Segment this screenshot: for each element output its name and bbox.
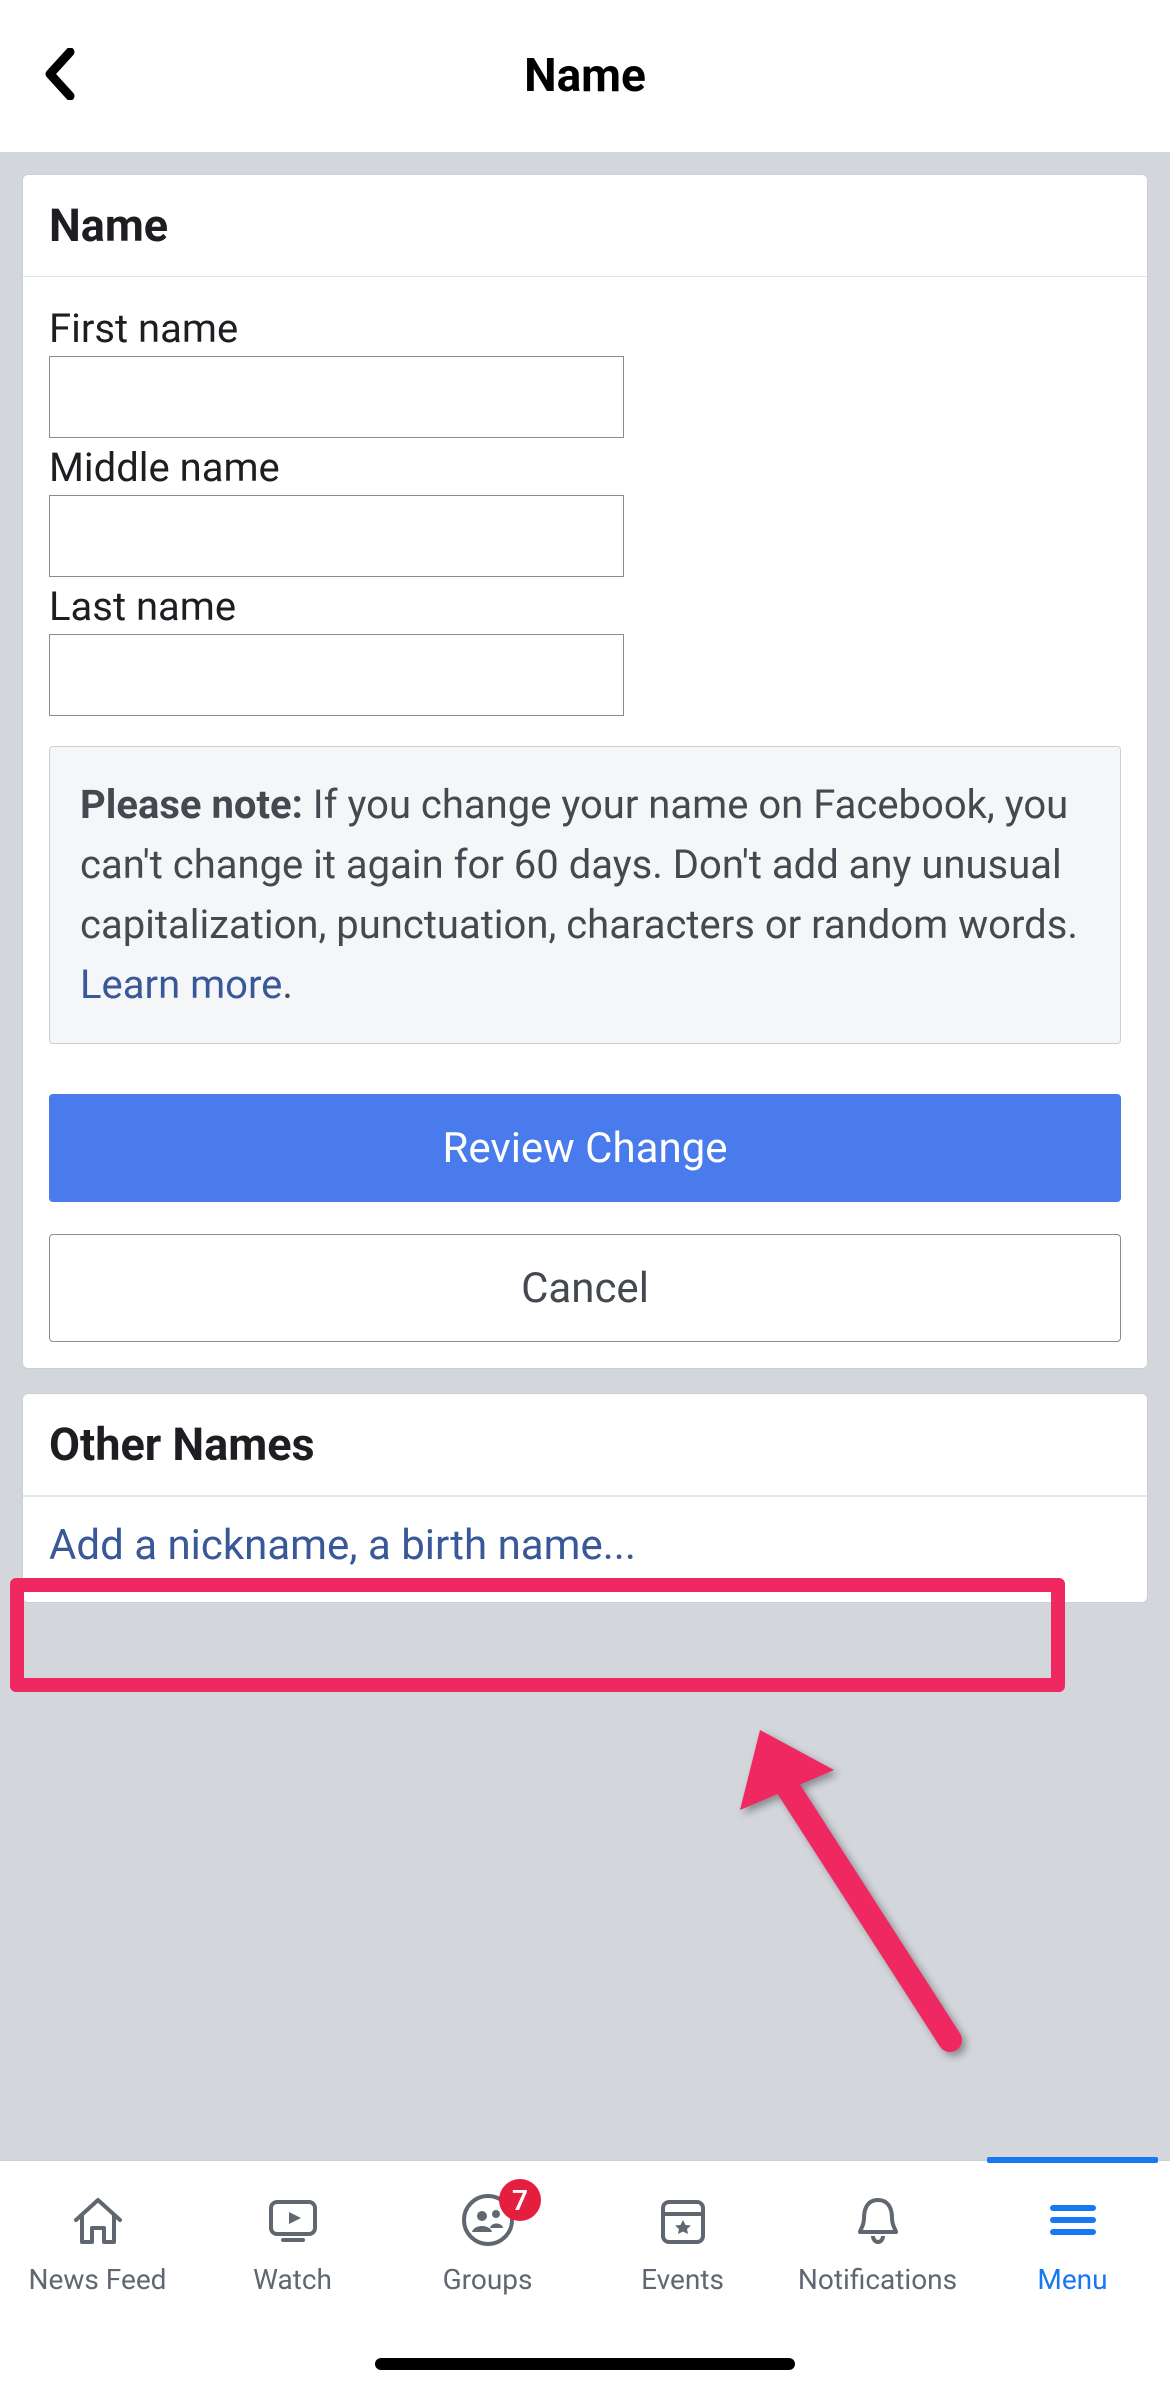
tab-menu-label: Menu	[1037, 2263, 1107, 2296]
middle-name-input[interactable]	[49, 495, 624, 577]
review-change-button[interactable]: Review Change	[49, 1094, 1121, 1202]
header-bar: Name	[0, 0, 1170, 152]
add-other-name-link[interactable]: Add a nickname, a birth name...	[23, 1496, 1147, 1602]
name-card-title: Name	[49, 199, 1121, 252]
first-name-input[interactable]	[49, 356, 624, 438]
tv-icon	[263, 2189, 323, 2251]
other-names-header: Other Names	[23, 1394, 1147, 1496]
content-area: Name First name Middle name Last name Pl…	[0, 152, 1170, 1649]
cancel-button[interactable]: Cancel	[49, 1234, 1121, 1342]
tab-notifications-label: Notifications	[798, 2263, 957, 2296]
tab-groups-label: Groups	[443, 2263, 533, 2296]
house-icon	[68, 2189, 128, 2251]
tab-news-feed[interactable]: News Feed	[0, 2161, 195, 2388]
name-card-body: First name Middle name Last name Please …	[23, 277, 1147, 1368]
tab-notifications[interactable]: Notifications	[780, 2161, 975, 2388]
tab-watch[interactable]: Watch	[195, 2161, 390, 2388]
home-indicator	[375, 2358, 795, 2370]
name-card: Name First name Middle name Last name Pl…	[22, 174, 1148, 1369]
bell-icon	[848, 2189, 908, 2251]
other-names-card: Other Names Add a nickname, a birth name…	[22, 1393, 1148, 1603]
tab-groups[interactable]: 7 Groups	[390, 2161, 585, 2388]
chevron-left-icon	[40, 48, 80, 100]
groups-badge: 7	[499, 2179, 541, 2221]
note-period: .	[282, 961, 293, 1008]
other-names-title: Other Names	[49, 1418, 1121, 1471]
calendar-icon	[653, 2189, 713, 2251]
page-title: Name	[524, 49, 646, 103]
last-name-input[interactable]	[49, 634, 624, 716]
name-card-header: Name	[23, 175, 1147, 277]
tab-events-label: Events	[641, 2263, 724, 2296]
back-button[interactable]	[40, 48, 80, 104]
tab-news-feed-label: News Feed	[29, 2263, 167, 2296]
note-strong: Please note:	[80, 781, 303, 828]
first-name-label: First name	[49, 305, 1121, 352]
tab-watch-label: Watch	[253, 2263, 332, 2296]
tab-events[interactable]: Events	[585, 2161, 780, 2388]
tab-bar: News Feed Watch 7 Groups Events Notifica…	[0, 2160, 1170, 2388]
last-name-label: Last name	[49, 583, 1121, 630]
tab-menu[interactable]: Menu	[975, 2161, 1170, 2388]
learn-more-link[interactable]: Learn more	[80, 961, 282, 1008]
note-box: Please note: If you change your name on …	[49, 746, 1121, 1044]
menu-icon	[1043, 2189, 1103, 2251]
middle-name-label: Middle name	[49, 444, 1121, 491]
annotation-arrow	[730, 1720, 990, 2060]
